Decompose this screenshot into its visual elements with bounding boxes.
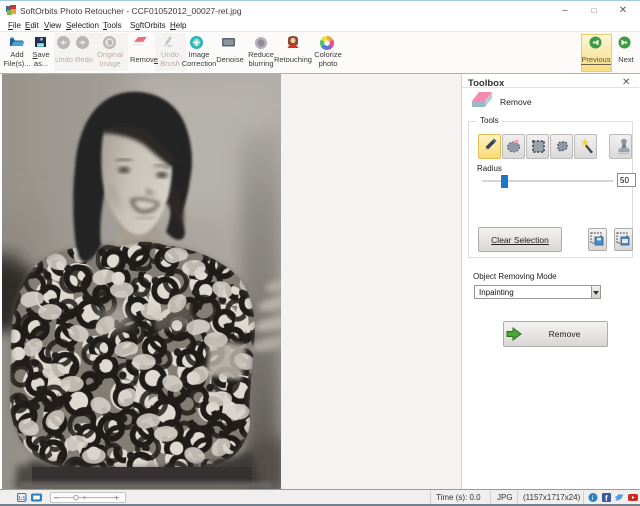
svg-text:i: i bbox=[592, 494, 594, 502]
svg-text:1:1: 1:1 bbox=[18, 496, 25, 502]
svg-text:f: f bbox=[605, 494, 608, 503]
